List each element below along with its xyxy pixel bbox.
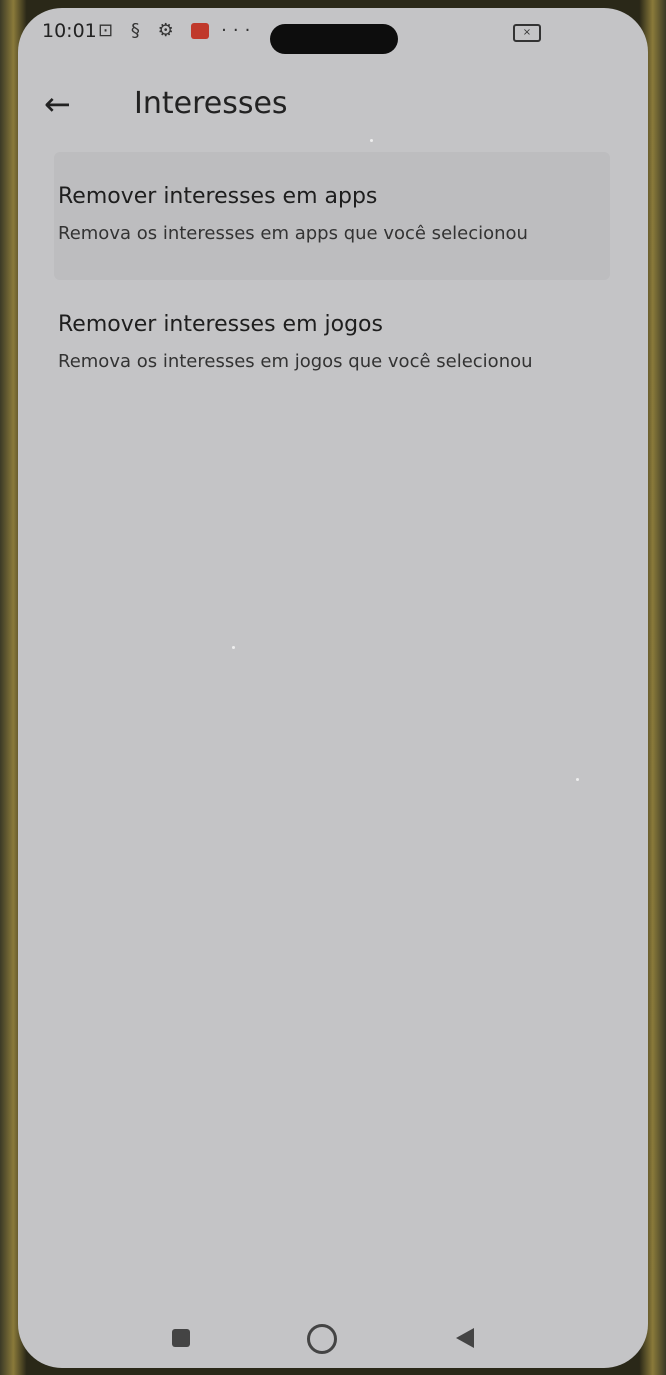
home-icon (307, 1324, 337, 1354)
home-button[interactable] (303, 1320, 339, 1356)
battery-icon: × (513, 24, 541, 42)
camera-notch (270, 24, 398, 54)
status-time: 10:01 (42, 20, 97, 42)
s-icon: § (130, 20, 146, 41)
app-bar: ← Interesses (18, 74, 648, 134)
recents-icon (172, 1329, 190, 1347)
list-item-subtitle: Remova os interesses em apps que você se… (58, 223, 528, 244)
back-button[interactable] (448, 1320, 484, 1356)
back-arrow-icon[interactable]: ← (44, 84, 84, 124)
recents-button[interactable] (163, 1320, 199, 1356)
status-bar: 10:01 ⊡ § ⚙ ··· × (18, 8, 648, 58)
nfc-icon: ⊡ (98, 20, 120, 41)
device-screen: 10:01 ⊡ § ⚙ ··· × ← Interesses Remover i… (18, 8, 648, 1368)
back-triangle-icon (456, 1328, 474, 1348)
navigation-bar (18, 1308, 648, 1368)
page-title: Interesses (134, 86, 288, 121)
more-icon: ··· (221, 20, 257, 41)
mail-icon (191, 23, 210, 39)
list-item-apps[interactable]: Remover interesses em apps Remova os int… (58, 184, 528, 244)
list-item-games[interactable]: Remover interesses em jogos Remova os in… (58, 312, 533, 372)
dust-speck (370, 139, 373, 142)
dust-speck (576, 778, 579, 781)
list-item-title: Remover interesses em apps (58, 184, 378, 209)
dust-speck (232, 646, 235, 649)
status-icons: ⊡ § ⚙ ··· (98, 20, 256, 41)
list-item-subtitle: Remova os interesses em jogos que você s… (58, 351, 533, 372)
gear-icon: ⚙ (157, 20, 180, 41)
list-item-title: Remover interesses em jogos (58, 312, 383, 337)
